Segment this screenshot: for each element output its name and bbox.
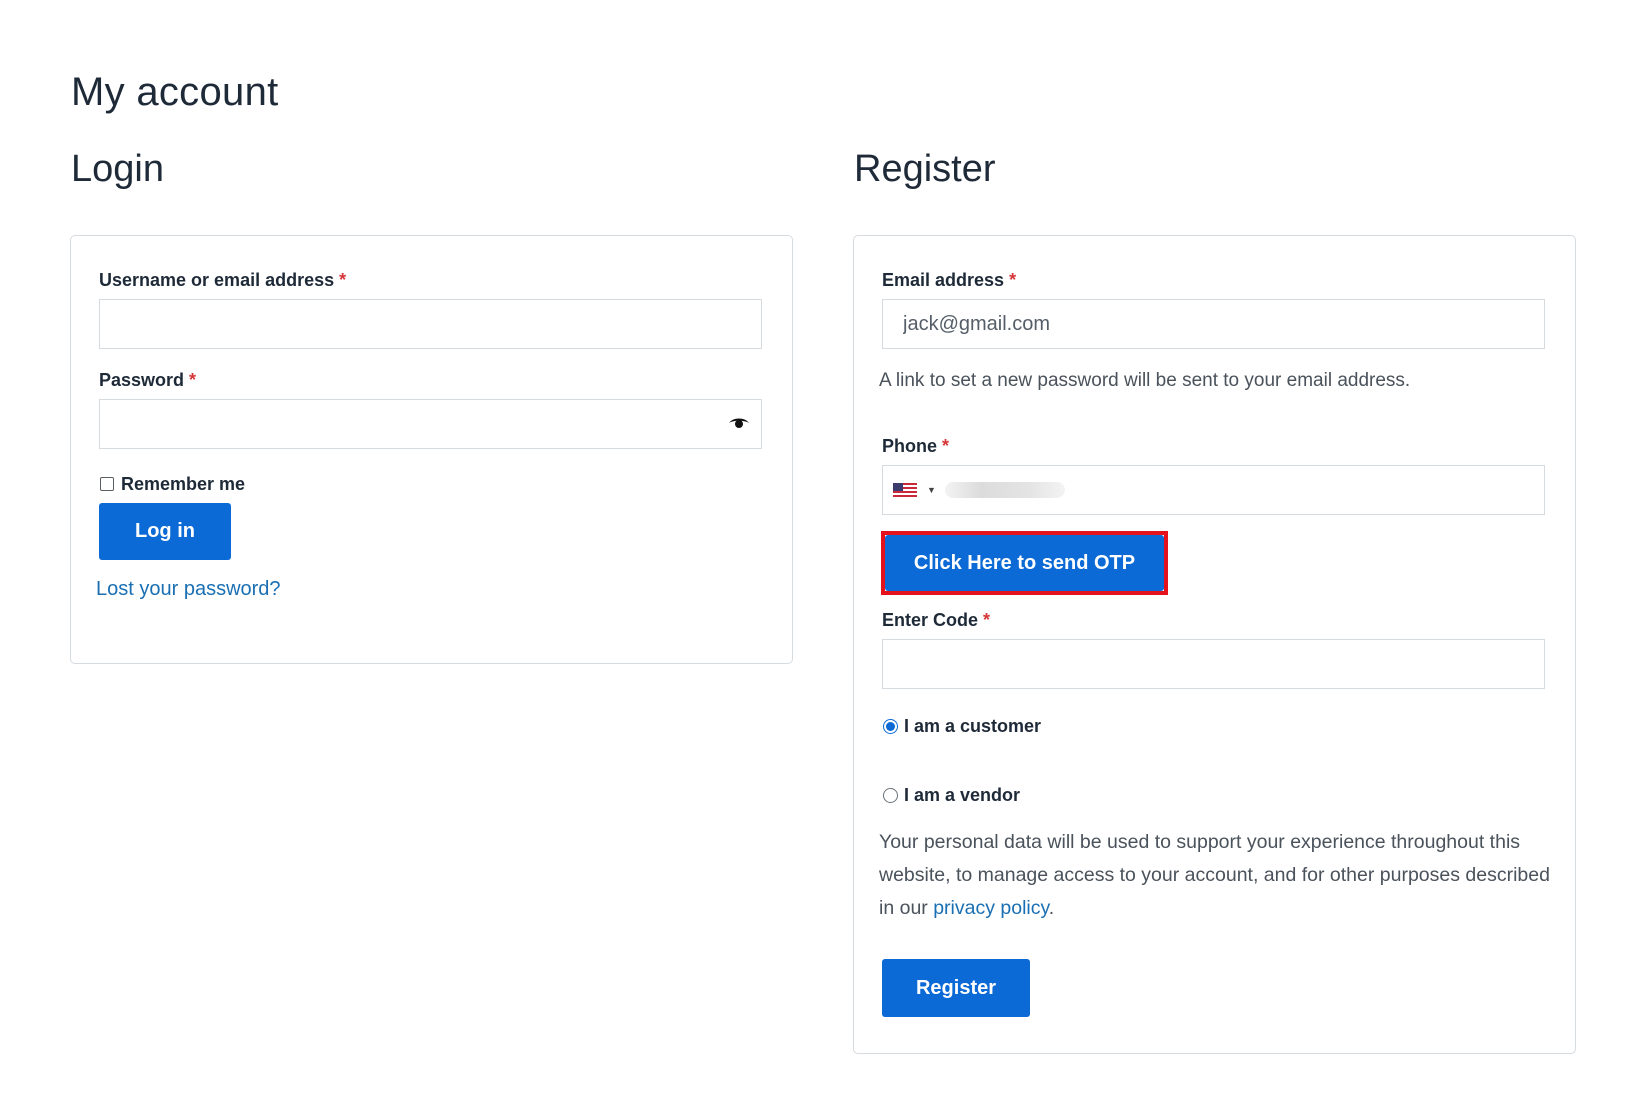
vendor-radio-label: I am a vendor	[904, 785, 1021, 805]
required-mark: *	[942, 436, 950, 456]
lost-password-link[interactable]: Lost your password?	[96, 578, 281, 601]
code-input[interactable]	[882, 639, 1545, 689]
required-mark: *	[1009, 270, 1017, 290]
us-flag-icon[interactable]	[893, 483, 917, 497]
phone-label: Phone *	[882, 436, 950, 456]
code-label: Enter Code *	[882, 610, 991, 630]
password-field	[99, 399, 762, 449]
email-input[interactable]	[882, 299, 1545, 349]
password-label: Password *	[99, 370, 197, 390]
required-mark: *	[339, 270, 347, 290]
privacy-policy-link[interactable]: privacy policy	[933, 897, 1049, 919]
login-form: Username or email address * Password * Rem…	[70, 235, 793, 664]
required-mark: *	[983, 610, 991, 630]
remember-me-checkbox[interactable]	[100, 477, 114, 491]
register-button[interactable]: Register	[882, 959, 1030, 1017]
register-form: Email address* A link to set a new passw…	[853, 235, 1576, 1054]
register-heading: Register	[854, 148, 996, 190]
username-input[interactable]	[99, 299, 762, 349]
password-input[interactable]	[99, 399, 762, 449]
show-password-icon[interactable]	[728, 416, 750, 430]
vendor-radio[interactable]	[883, 788, 898, 803]
required-mark: *	[189, 370, 197, 390]
customer-radio-label: I am a customer	[904, 716, 1042, 736]
login-heading: Login	[71, 148, 164, 190]
page-title: My account	[71, 70, 279, 114]
phone-number-blurred	[945, 482, 1065, 498]
customer-radio[interactable]	[883, 719, 898, 734]
send-otp-button[interactable]: Click Here to send OTP	[885, 535, 1164, 591]
country-dropdown-icon[interactable]: ▼	[927, 485, 936, 495]
email-label: Email address *	[882, 270, 1017, 290]
phone-input[interactable]: ▼	[882, 465, 1545, 515]
privacy-text-end: .	[1048, 897, 1055, 919]
login-button[interactable]: Log in	[99, 503, 231, 560]
remember-me-label: Remember me	[121, 474, 246, 494]
privacy-notice: Your personal data will be used to suppo…	[879, 826, 1559, 925]
email-hint: A link to set a new password will be sen…	[879, 370, 1411, 391]
username-label: Username or email address *	[99, 270, 347, 290]
